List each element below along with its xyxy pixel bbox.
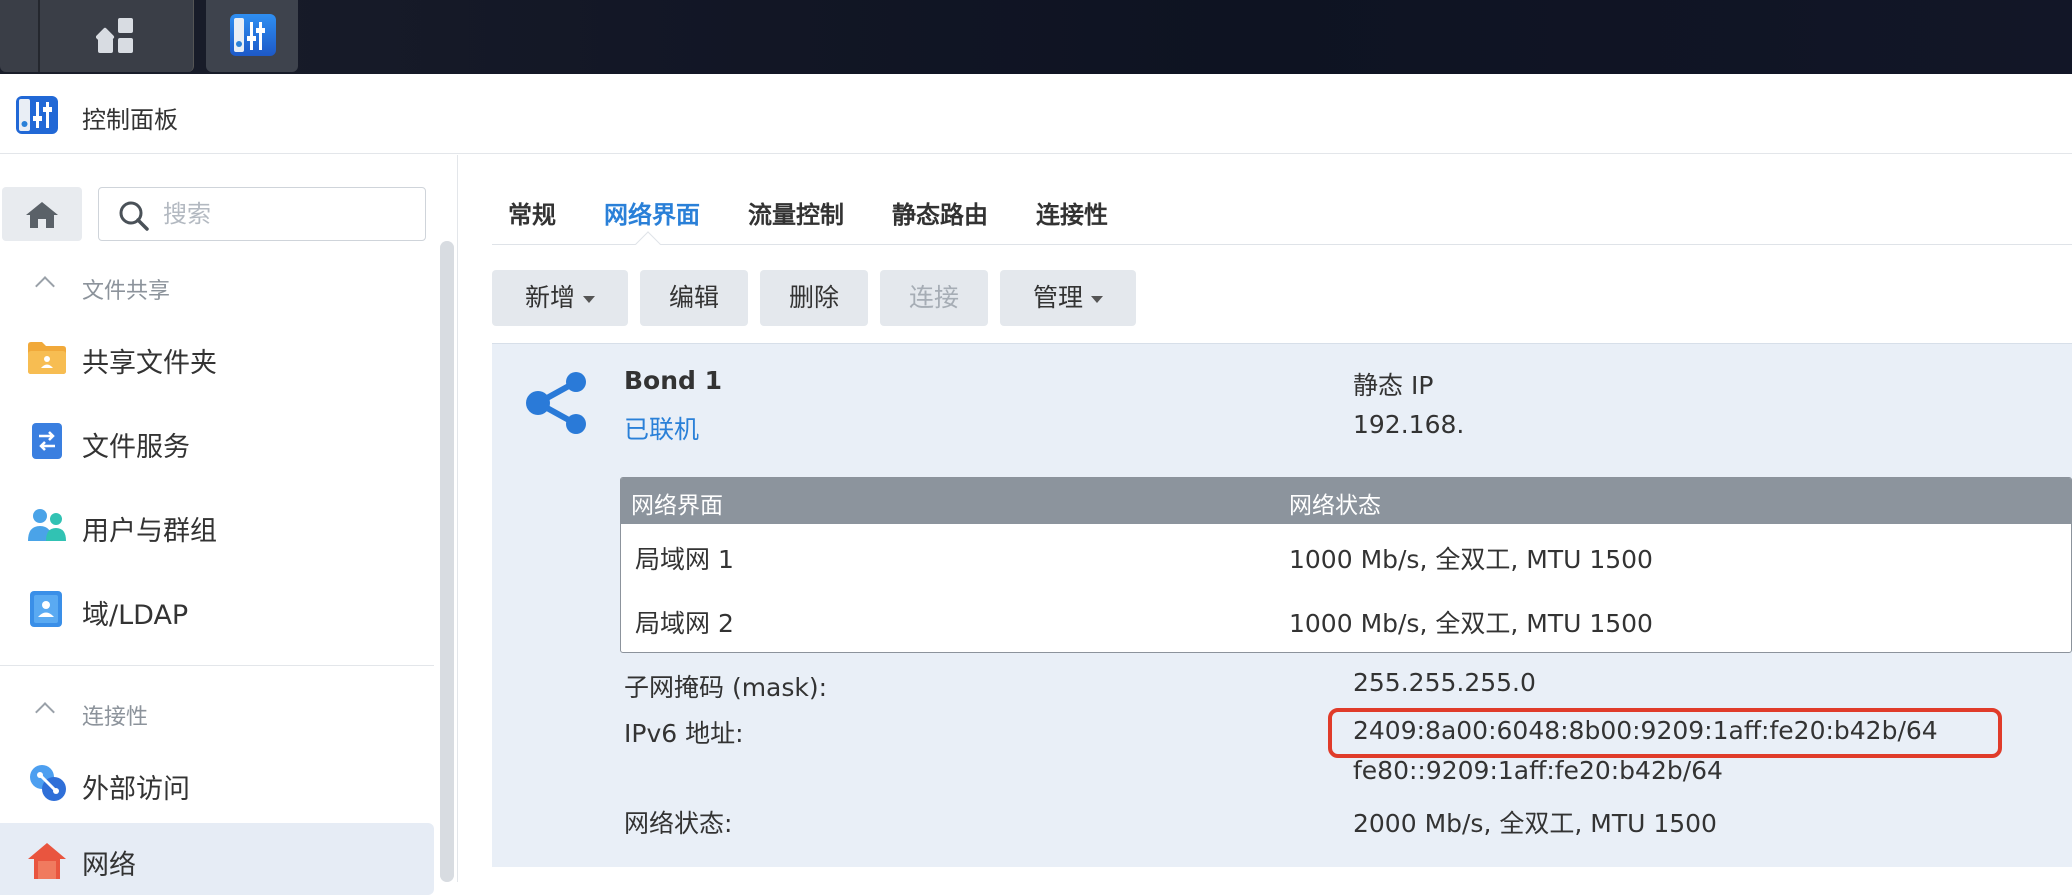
sidebar-item-domain-ldap[interactable]: 域/LDAP (0, 573, 434, 645)
main-menu-button[interactable] (0, 0, 194, 72)
subnet-mask-label: 子网掩码 (mask): (624, 673, 828, 702)
group-label: 连接性 (82, 705, 149, 730)
sidebar-divider (0, 665, 434, 666)
group-header-connectivity[interactable]: 连接性 (0, 691, 430, 735)
folder-icon (28, 342, 66, 374)
interface-name: Bond 1 (624, 366, 723, 395)
sidebar-item-shared-folder[interactable]: 共享文件夹 (0, 321, 434, 393)
tab-connectivity[interactable]: 连接性 (1036, 195, 1108, 230)
apps-grid-icon (96, 18, 133, 53)
sidebar-scrollbar[interactable] (440, 241, 454, 882)
external-access-icon (30, 765, 66, 801)
sidebar-item-label: 网络 (82, 850, 136, 881)
member-interfaces-table: 网络界面 网络状态 局域网 1 1000 Mb/s, 全双工, MTU 1500… (620, 477, 2072, 653)
tab-bar: 常规 网络界面 流量控制 静态路由 连接性 (492, 155, 2072, 257)
chevron-up-icon (35, 702, 55, 722)
table-row: 局域网 2 1000 Mb/s, 全双工, MTU 1500 (621, 588, 2071, 652)
interface-status: 已联机 (624, 415, 700, 444)
chevron-up-icon (35, 276, 55, 296)
manage-button-label: 管理 (1032, 283, 1083, 312)
table-header: 网络界面 网络状态 (621, 478, 2071, 524)
control-panel-icon (16, 96, 58, 134)
manage-button[interactable]: 管理 (1000, 270, 1136, 326)
search-input[interactable] (163, 198, 413, 230)
group-label: 文件共享 (82, 279, 171, 304)
table-row: 局域网 1 1000 Mb/s, 全双工, MTU 1500 (621, 524, 2071, 588)
ip-address: 192.168. (1353, 410, 1465, 439)
network-status-value: 2000 Mb/s, 全双工, MTU 1500 (1353, 809, 1717, 838)
home-icon (26, 202, 58, 228)
ipv6-label: IPv6 地址: (624, 719, 744, 748)
sidebar-item-label: 外部访问 (82, 774, 190, 805)
sidebar-item-file-services[interactable]: 文件服务 (0, 405, 434, 477)
network-house-icon (28, 843, 66, 879)
tab-general[interactable]: 常规 (508, 195, 556, 230)
table-cell: 局域网 1 (635, 545, 734, 574)
scrollbar-thumb[interactable] (440, 241, 454, 882)
delete-button[interactable]: 删除 (760, 270, 868, 326)
sidebar-item-label: 域/LDAP (82, 600, 189, 631)
users-icon (28, 509, 66, 541)
create-button[interactable]: 新增 (492, 270, 628, 326)
ipv6-highlight-annotation (1328, 708, 2002, 758)
create-button-label: 新增 (524, 283, 575, 312)
control-panel-icon (230, 14, 276, 56)
tab-traffic-control[interactable]: 流量控制 (748, 195, 844, 230)
sidebar-item-label: 用户与群组 (82, 516, 217, 547)
sidebar-item-label: 共享文件夹 (82, 348, 217, 379)
sidebar: 文件共享 共享文件夹 文件服务 用户与群组 (0, 155, 458, 895)
sidebar-item-external-access[interactable]: 外部访问 (0, 747, 434, 819)
sidebar-item-users-groups[interactable]: 用户与群组 (0, 489, 434, 561)
network-status-label: 网络状态: (624, 809, 733, 838)
caret-down-icon (583, 295, 595, 303)
ip-type: 静态 IP (1353, 371, 1434, 400)
domain-ldap-icon (30, 591, 62, 627)
window-titlebar: 控制面板 (0, 74, 2072, 154)
file-services-icon (32, 423, 62, 459)
tab-static-route[interactable]: 静态路由 (892, 195, 988, 230)
caret-down-icon (1091, 295, 1103, 303)
column-header: 网络界面 (631, 493, 723, 519)
column-header: 网络状态 (1289, 493, 1381, 519)
edit-button[interactable]: 编辑 (640, 270, 748, 326)
tab-network-interface[interactable]: 网络界面 (604, 195, 700, 230)
window-title: 控制面板 (82, 106, 178, 134)
table-cell: 1000 Mb/s, 全双工, MTU 1500 (1289, 545, 1653, 574)
connect-button[interactable]: 连接 (880, 270, 988, 326)
group-header-file-sharing[interactable]: 文件共享 (0, 265, 430, 309)
active-tab-indicator (635, 231, 661, 257)
taskbar-separator (38, 0, 40, 72)
subnet-mask-value: 255.255.255.0 (1353, 668, 1536, 697)
table-cell: 1000 Mb/s, 全双工, MTU 1500 (1289, 609, 1653, 638)
home-button[interactable] (2, 187, 82, 241)
search-icon (119, 201, 149, 231)
search-box[interactable] (98, 187, 426, 241)
taskbar (0, 0, 2072, 74)
control-panel-taskbar-button[interactable] (206, 0, 298, 72)
ipv6-link-local-value: fe80::9209:1aff:fe20:b42b/64 (1353, 756, 1723, 785)
table-cell: 局域网 2 (635, 609, 734, 638)
bond-interface-panel[interactable]: Bond 1 已联机 静态 IP 192.168. 网络界面 网络状态 局域网 … (492, 343, 2072, 867)
share-network-icon (526, 372, 586, 434)
sidebar-item-label: 文件服务 (82, 432, 190, 463)
sidebar-item-network[interactable]: 网络 (0, 823, 434, 895)
